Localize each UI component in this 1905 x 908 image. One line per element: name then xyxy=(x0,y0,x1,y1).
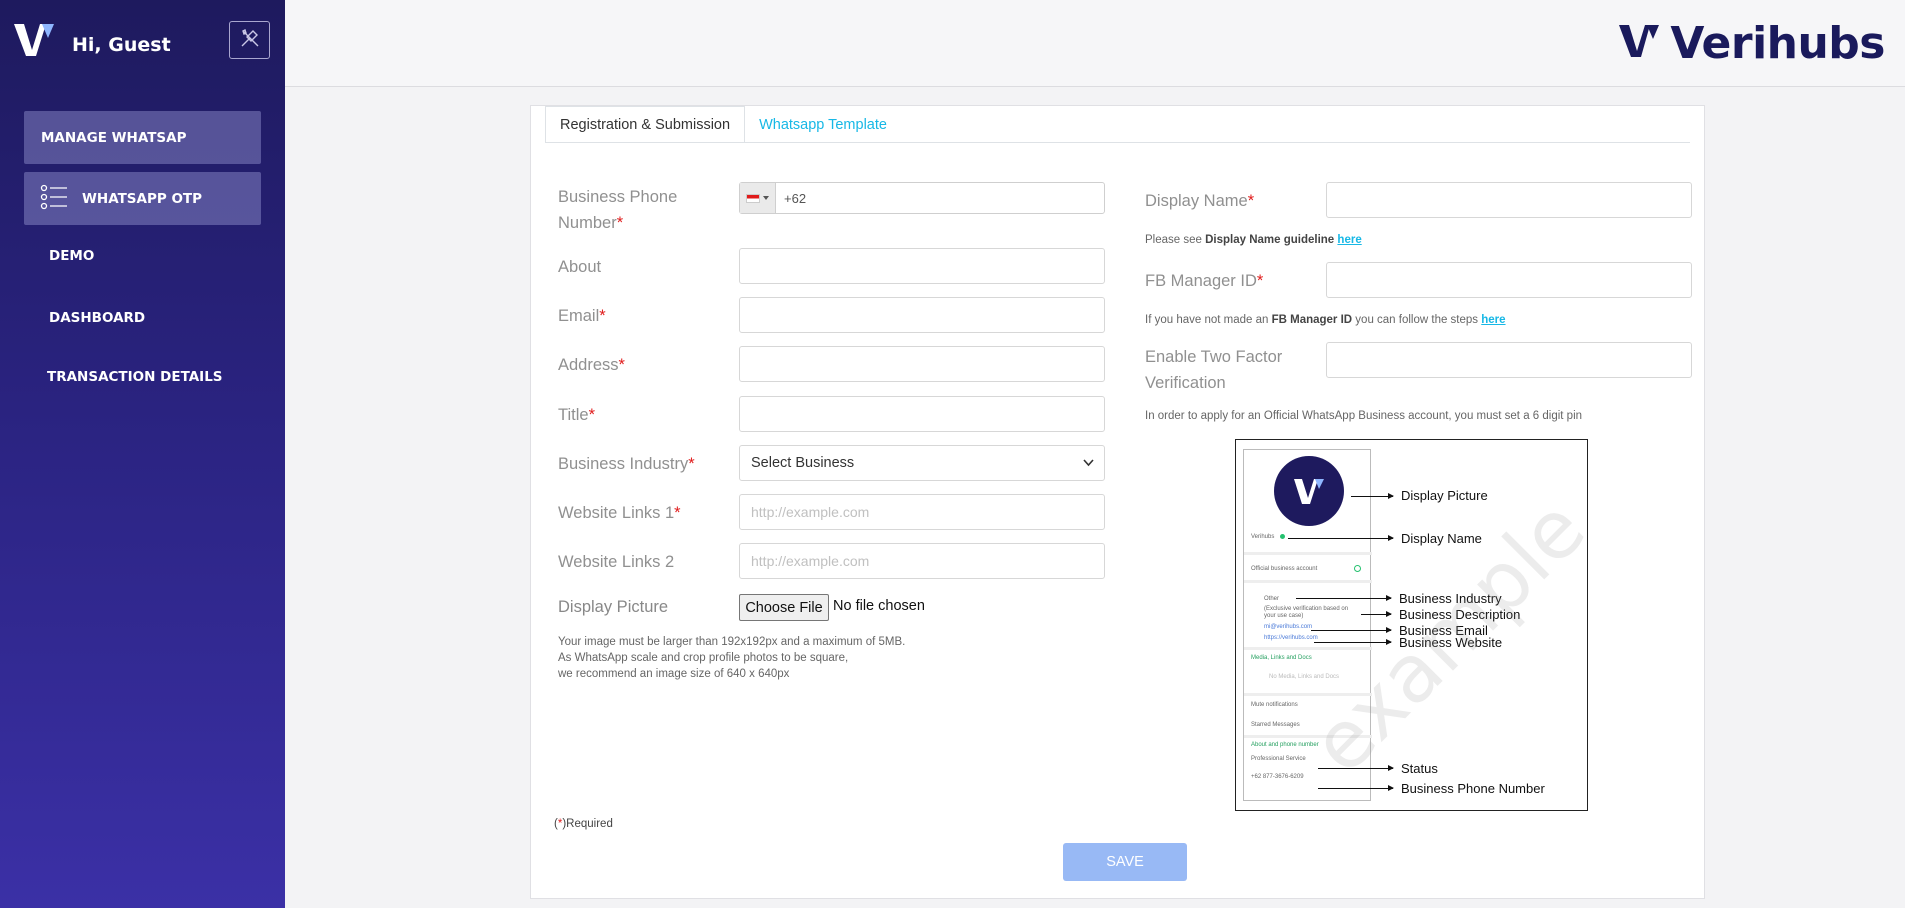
required-note: (*)Required xyxy=(554,818,613,830)
phone-number-input[interactable]: +62 xyxy=(776,183,806,213)
email-input[interactable] xyxy=(739,297,1105,333)
display-picture-label: Display Picture xyxy=(558,598,669,616)
two-factor-note: In order to apply for an Official WhatsA… xyxy=(1145,410,1583,422)
tabs-divider xyxy=(545,142,1690,143)
mock-official: Official business account xyxy=(1251,566,1318,572)
mock-status: Professional Service xyxy=(1251,756,1306,762)
tab-registration-submission[interactable]: Registration & Submission xyxy=(545,106,746,143)
mock-about-phone: About and phone number xyxy=(1251,742,1319,748)
indonesia-flag-icon xyxy=(746,193,760,203)
sidebar-item-label: DASHBOARD xyxy=(49,310,146,326)
sidebar-item-manage-whatsapp[interactable]: MANAGE WHATSAP xyxy=(24,111,261,164)
mock-description: (Exclusive verification based on your us… xyxy=(1264,606,1349,619)
two-factor-label: Enable Two Factor Verification xyxy=(1145,348,1283,392)
top-bar: Verihubs xyxy=(285,0,1905,87)
brand-mark-icon xyxy=(1618,23,1660,64)
website1-label: Website Links 1* xyxy=(558,504,681,522)
sidebar-item-label: TRANSACTION DETAILS xyxy=(47,369,223,385)
file-status: No file chosen xyxy=(833,598,925,614)
sidebar-toggle-button[interactable] xyxy=(229,21,270,59)
business-industry-select[interactable]: Select Business xyxy=(739,445,1105,481)
mock-website: https://verihubs.com xyxy=(1264,635,1318,641)
example-profile-image: Verihubs Official business account Other… xyxy=(1235,439,1588,811)
mock-media: Media, Links and Docs xyxy=(1251,655,1312,661)
annotation-arrow xyxy=(1361,611,1392,617)
fb-manager-steps-link[interactable]: here xyxy=(1481,314,1505,326)
save-button[interactable]: SAVE xyxy=(1063,843,1187,881)
website1-input[interactable]: http://example.com xyxy=(739,494,1105,530)
display-name-input[interactable] xyxy=(1326,182,1692,218)
mock-divider xyxy=(1244,580,1372,583)
sidebar-item-label: WHATSAPP OTP xyxy=(82,190,203,207)
annotation-display-picture: Display Picture xyxy=(1401,488,1488,503)
online-dot xyxy=(1280,534,1285,539)
annotation-arrow xyxy=(1311,627,1392,633)
annotation-display-name: Display Name xyxy=(1401,531,1482,546)
website2-label: Website Links 2 xyxy=(558,553,675,571)
sidebar-item-dashboard[interactable]: DASHBOARD xyxy=(49,310,145,326)
business-industry-label: Business Industry* xyxy=(558,455,695,473)
about-input[interactable] xyxy=(739,248,1105,284)
mock-no-media: No Media, Links and Docs xyxy=(1269,674,1340,680)
email-label: Email* xyxy=(558,307,606,325)
annotation-business-phone: Business Phone Number xyxy=(1401,781,1545,796)
mock-industry: Other xyxy=(1264,596,1280,602)
tab-bar: Registration & Submission Whatsapp Templ… xyxy=(545,106,901,143)
sidebar-item-transaction-details[interactable]: TRANSACTION DETAILS xyxy=(47,369,223,385)
annotation-arrow xyxy=(1351,493,1394,499)
title-label: Title* xyxy=(558,406,595,424)
sidebar: Hi, Guest MANAGE WHATSAP WHATSAPP OTP DE… xyxy=(0,0,285,908)
tools-icon xyxy=(239,27,261,54)
country-code-dropdown[interactable] xyxy=(740,183,776,213)
mock-phone: +62 877-3676-6209 xyxy=(1251,774,1304,780)
brand-name: Verihubs xyxy=(1670,18,1885,69)
display-name-note: Please see Display Name guideline here xyxy=(1145,234,1362,246)
mock-divider xyxy=(1244,647,1372,650)
tab-whatsapp-template[interactable]: Whatsapp Template xyxy=(745,106,901,143)
phone-field: +62 xyxy=(739,182,1105,214)
phone-label: Business Phone Number* xyxy=(558,188,678,232)
sidebar-item-label: MANAGE WHATSAP xyxy=(41,129,187,146)
mock-name: Verihubs xyxy=(1251,534,1275,540)
greeting: Hi, Guest xyxy=(72,34,171,56)
address-input[interactable] xyxy=(739,346,1105,382)
display-name-label: Display Name* xyxy=(1145,192,1255,210)
choose-file-button[interactable]: Choose File xyxy=(739,594,829,621)
about-label: About xyxy=(558,258,602,276)
list-icon xyxy=(40,184,68,214)
two-factor-input[interactable] xyxy=(1326,342,1692,378)
logo-icon xyxy=(12,20,56,58)
fb-manager-label: FB Manager ID* xyxy=(1145,272,1264,290)
annotation-arrow xyxy=(1296,595,1392,601)
address-label: Address* xyxy=(558,356,625,374)
display-name-guideline-link[interactable]: here xyxy=(1337,234,1361,246)
caret-down-icon xyxy=(763,196,769,200)
sidebar-item-demo[interactable]: DEMO xyxy=(49,248,94,264)
display-picture-avatar xyxy=(1274,456,1344,526)
annotation-status: Status xyxy=(1401,761,1438,776)
chevron-down-icon xyxy=(1083,455,1094,471)
fb-manager-input[interactable] xyxy=(1326,262,1692,298)
website2-input[interactable]: http://example.com xyxy=(739,543,1105,579)
brand-logo: Verihubs xyxy=(1618,18,1885,69)
sidebar-item-whatsapp-otp[interactable]: WHATSAPP OTP xyxy=(24,172,261,225)
mock-divider xyxy=(1244,552,1372,555)
sidebar-item-label: DEMO xyxy=(49,248,95,264)
mock-email: mi@verihubs.com xyxy=(1264,624,1313,630)
annotation-arrow xyxy=(1288,535,1394,541)
title-input[interactable] xyxy=(739,396,1105,432)
info-icon xyxy=(1354,565,1361,572)
mock-mute: Mute notifications xyxy=(1251,702,1298,708)
fb-manager-note: If you have not made an FB Manager ID yo… xyxy=(1145,314,1506,326)
picture-note: Your image must be larger than 192x192px… xyxy=(558,636,906,680)
registration-card: Registration & Submission Whatsapp Templ… xyxy=(530,105,1705,899)
